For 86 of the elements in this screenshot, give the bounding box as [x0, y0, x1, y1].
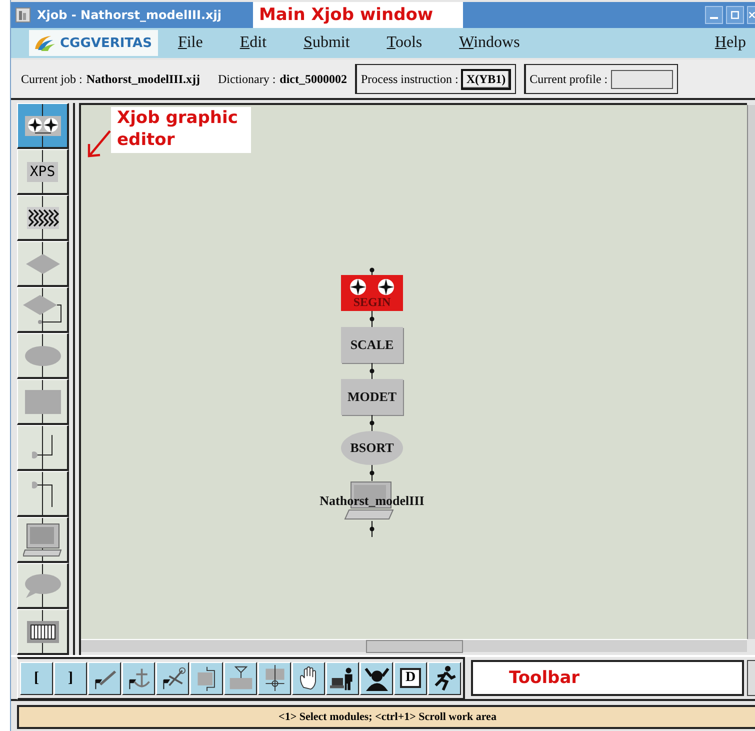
- palette-button[interactable]: [17, 517, 69, 563]
- connector-dot: [369, 267, 375, 275]
- toolbar-button[interactable]: [258, 662, 291, 694]
- process-instruction-label: Process instruction :: [361, 72, 458, 86]
- maximize-icon: [730, 10, 740, 20]
- connector-line: [369, 415, 375, 431]
- palette-button[interactable]: [17, 425, 69, 471]
- branch-icon: [32, 478, 54, 508]
- menu-item[interactable]: Tools: [386, 34, 422, 52]
- speech-bubble-icon: [24, 572, 62, 598]
- palette-button[interactable]: [17, 563, 69, 609]
- toolbar-button[interactable]: [224, 662, 257, 694]
- toolbar-button[interactable]: [156, 662, 189, 694]
- job-name: Nathorst_modelIII.xjj: [86, 72, 200, 86]
- annotation-label: Xjob graphic editor: [111, 107, 251, 153]
- node-label: SEGIN: [353, 296, 391, 308]
- palette-button[interactable]: [17, 379, 69, 425]
- palette-button[interactable]: [17, 471, 69, 517]
- connector-line: [369, 311, 375, 327]
- connector-line: [369, 465, 375, 481]
- connector-line: [42, 472, 43, 515]
- palette-button[interactable]: [17, 195, 69, 241]
- annotation-label: Toolbar: [509, 668, 580, 688]
- person-arms-up-icon: [364, 665, 390, 691]
- palette-button[interactable]: [17, 287, 69, 333]
- menu-item[interactable]: Edit: [240, 34, 267, 52]
- module-node[interactable]: SCALE: [341, 327, 403, 363]
- profile-field[interactable]: [610, 70, 673, 88]
- process-instruction-button[interactable]: X(YB1): [461, 68, 511, 90]
- connector-line: [369, 363, 375, 379]
- horizontal-scrollbar[interactable]: [81, 639, 747, 652]
- swoosh-icon: [35, 34, 57, 52]
- node-label: Nathorst_modelIII: [320, 493, 424, 509]
- palette-button[interactable]: XPS: [17, 149, 69, 195]
- palette-button[interactable]: [17, 103, 69, 149]
- connector-line: [42, 426, 43, 469]
- menu-item[interactable]: Help: [714, 34, 746, 52]
- toolbar-button[interactable]: [190, 662, 223, 694]
- funnel-box-icon: [228, 665, 254, 691]
- diamond-icon: [24, 252, 60, 274]
- minimize-button[interactable]: [705, 6, 723, 24]
- ellipse-icon: [24, 344, 62, 366]
- menu-item[interactable]: Submit: [304, 34, 350, 52]
- menu-item[interactable]: File: [178, 34, 203, 52]
- toolbar-button[interactable]: [88, 662, 121, 694]
- rack-icon: [26, 620, 58, 642]
- toolbar-button[interactable]: D: [394, 662, 427, 694]
- toolbar-button[interactable]: [428, 662, 461, 694]
- toolbar-button[interactable]: ]: [54, 662, 87, 694]
- module-node[interactable]: MODET: [341, 379, 403, 415]
- close-button[interactable]: [747, 6, 755, 24]
- module-node[interactable]: BSORT: [341, 431, 403, 465]
- wheels-icon: [349, 278, 395, 296]
- connector-line: [369, 521, 375, 537]
- toolbar-button[interactable]: [326, 662, 359, 694]
- palette-button[interactable]: [17, 333, 69, 379]
- scrollbar[interactable]: [747, 660, 755, 696]
- maximize-button[interactable]: [726, 6, 744, 24]
- window-title: Xjob - Nathorst_modelIII.xjj: [37, 8, 223, 22]
- toolbar-button[interactable]: [122, 662, 155, 694]
- chevrons-icon: [26, 206, 58, 228]
- menu-item[interactable]: Windows: [459, 34, 520, 52]
- current-profile-label: Current profile :: [530, 72, 608, 86]
- toolbar-button[interactable]: [360, 662, 393, 694]
- palette-button[interactable]: [17, 609, 69, 655]
- toolbar-button[interactable]: [292, 662, 325, 694]
- logo-text: CGGVERITAS: [60, 36, 152, 50]
- dictionary-label: Dictionary :: [218, 72, 276, 86]
- computer-icon: [22, 522, 62, 556]
- job-label: Current job :: [21, 72, 82, 86]
- rectangle-icon: [24, 390, 60, 414]
- person-computer-icon: [330, 665, 356, 691]
- vertical-scrollbar[interactable]: [747, 105, 755, 639]
- toolbar-button[interactable]: [: [20, 662, 53, 694]
- dictionary-name: dict_5000002: [280, 72, 347, 86]
- diamond-loop-icon: [22, 294, 62, 326]
- status-text: <1> Select modules; <ctrl+1> Scroll work area: [278, 711, 496, 723]
- wheels-icon: [24, 114, 60, 138]
- annotation-label: Main Xjob window: [253, 2, 463, 28]
- minimize-icon: [710, 17, 718, 19]
- annotation-arrow: [86, 129, 112, 159]
- close-icon: [748, 10, 755, 20]
- app-icon: [15, 7, 31, 23]
- graphic-editor-canvas[interactable]: Xjob graphic editor SEGIN SCALE MODET BSORT Nathorst_modelIII: [81, 103, 747, 639]
- palette-button[interactable]: [17, 241, 69, 287]
- xps-label: XPS: [26, 162, 58, 182]
